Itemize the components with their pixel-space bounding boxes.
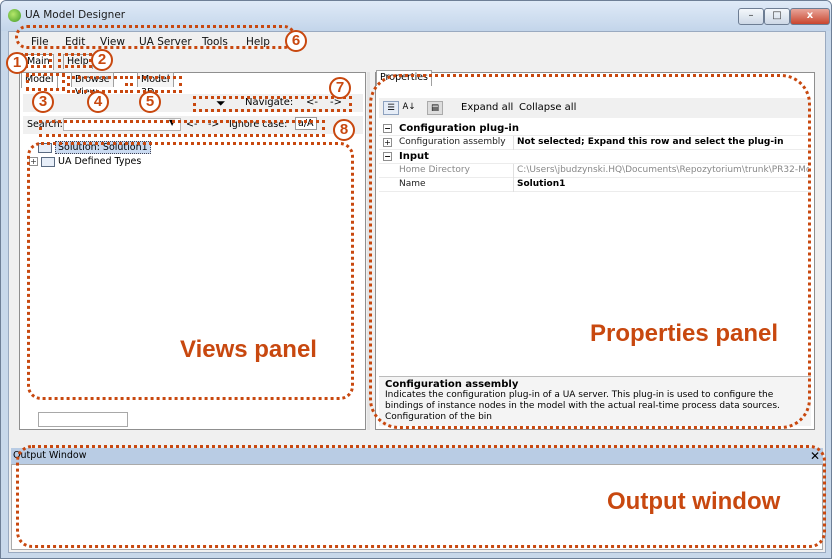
annotation-label-views: Views panel <box>176 336 321 364</box>
views-status-field <box>38 412 128 427</box>
window-title: UA Model Designer <box>25 9 126 21</box>
annotation-badge-4: 4 <box>87 91 109 113</box>
annotation-badge-2: 2 <box>91 49 113 71</box>
annotation-badge-5: 5 <box>139 91 161 113</box>
close-button[interactable]: x <box>790 8 830 25</box>
annotation-label-properties: Properties panel <box>586 320 783 348</box>
maximize-button[interactable]: □ <box>764 8 790 25</box>
annotation-help-tab-outline <box>58 53 92 68</box>
annotation-model3d-tab-outline <box>130 76 182 93</box>
annotation-search-outline <box>39 120 325 137</box>
annotation-label-output: Output window <box>603 488 785 516</box>
annotation-badge-7: 7 <box>329 77 351 99</box>
annotation-navigate-outline <box>193 96 352 112</box>
annotation-badge-1: 1 <box>6 52 28 74</box>
annotation-model-tab-outline <box>26 73 65 91</box>
app-icon <box>8 9 21 22</box>
annotation-badge-6: 6 <box>285 30 307 52</box>
annotation-properties-outline <box>369 74 811 429</box>
annotation-badge-8: 8 <box>333 119 355 141</box>
main-tab-strip: Main Help <box>9 54 825 70</box>
minimize-button[interactable]: – <box>738 8 764 25</box>
annotation-menu-outline <box>15 25 296 49</box>
annotation-badge-3: 3 <box>32 91 54 113</box>
